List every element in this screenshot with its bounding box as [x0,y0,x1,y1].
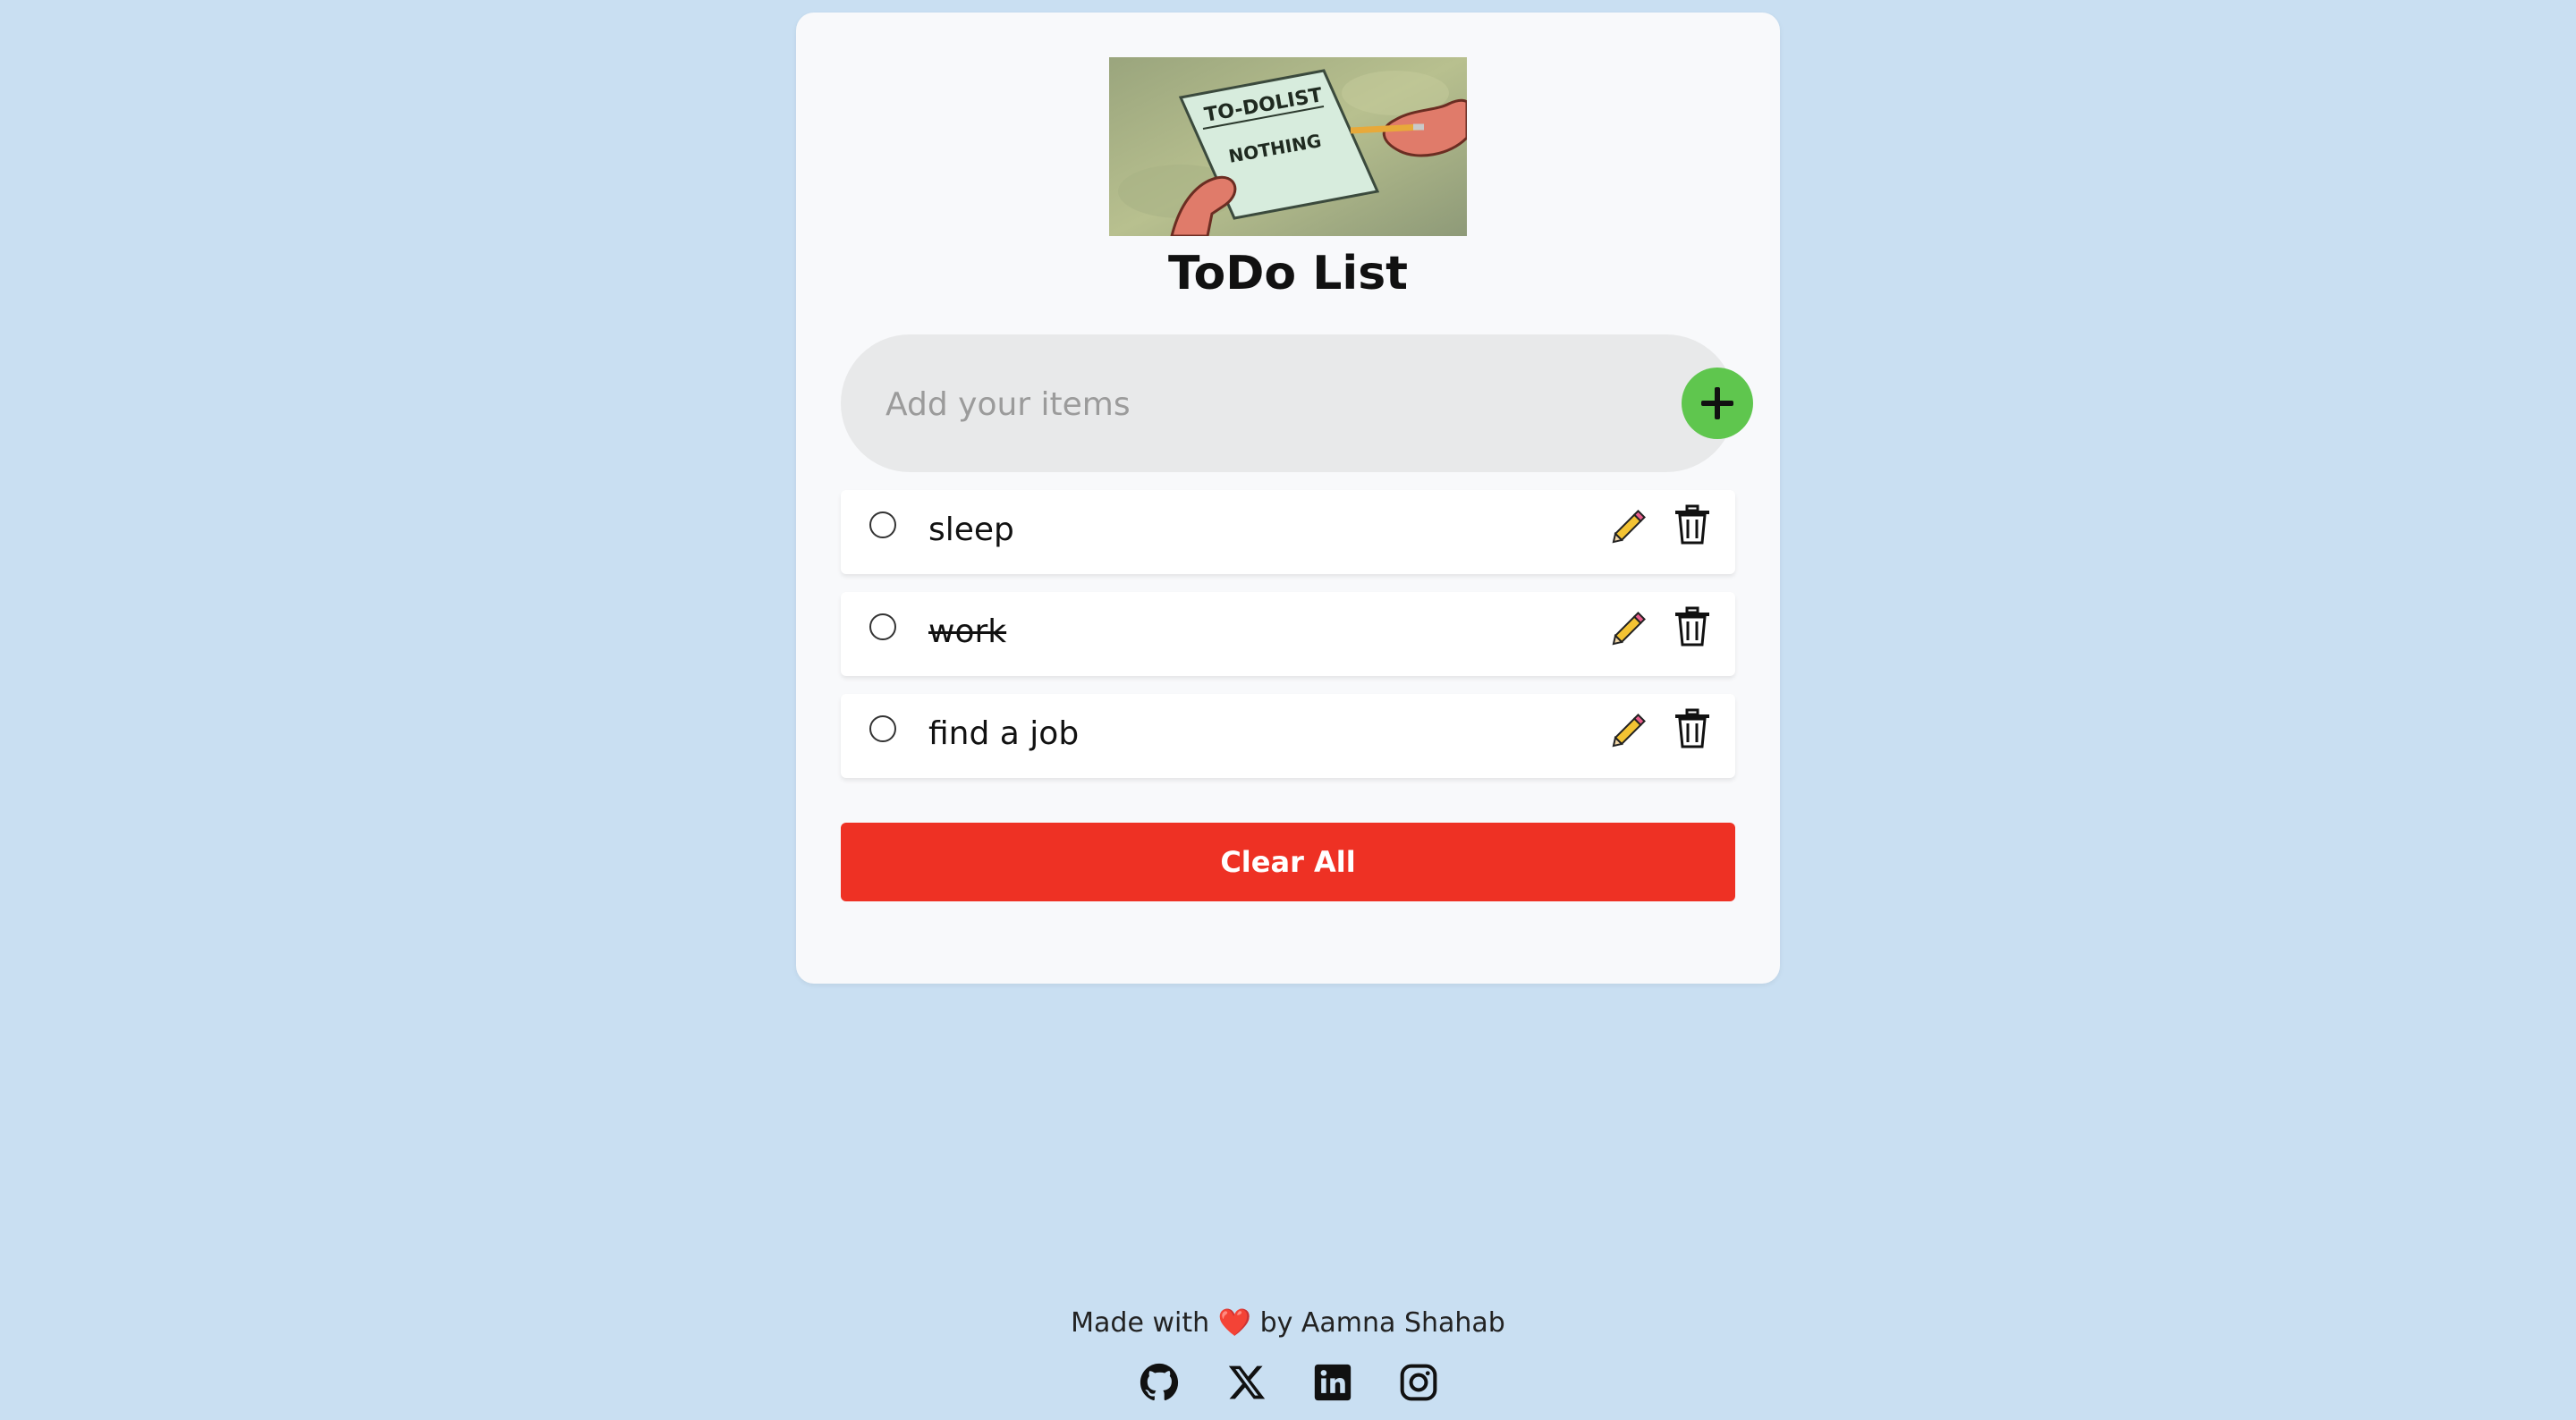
todo-meme-image: TO-DOLIST NOTHING [1109,57,1467,236]
trash-icon[interactable] [1673,606,1712,647]
todo-text: sleep [928,511,1014,548]
add-item-input[interactable] [884,368,1585,440]
footer-credit: Made with ❤️ by Aamna Shahab [0,1307,2576,1339]
heart-icon: ❤️ [1217,1307,1252,1339]
complete-radio[interactable] [869,511,896,538]
x-icon[interactable] [1227,1363,1267,1402]
pencil-icon[interactable] [1610,708,1651,749]
footer-prefix: Made with [1071,1307,1210,1339]
todo-text: find a job [928,715,1080,752]
page-title: ToDo List [1167,247,1409,300]
complete-radio[interactable] [869,715,896,742]
clear-all-button[interactable]: Clear All [841,823,1735,901]
todo-item: find a job [841,694,1735,778]
linkedin-icon[interactable] [1313,1363,1352,1402]
footer-author: by Aamna Shahab [1259,1307,1505,1339]
complete-radio[interactable] [869,613,896,640]
todo-item: work [841,592,1735,676]
social-links [1136,1363,1440,1406]
todo-item: sleep [841,490,1735,574]
add-item-button[interactable] [1682,368,1753,439]
pencil-icon[interactable] [1610,504,1651,545]
todo-card: TO-DOLIST NOTHING ToDo List sleep [796,13,1780,984]
trash-icon[interactable] [1673,708,1712,749]
add-item-bar [841,334,1753,472]
trash-icon[interactable] [1673,504,1712,545]
todo-text: work [928,613,1007,650]
github-icon[interactable] [1140,1363,1179,1402]
pencil-icon[interactable] [1610,606,1651,647]
instagram-icon[interactable] [1399,1363,1438,1402]
